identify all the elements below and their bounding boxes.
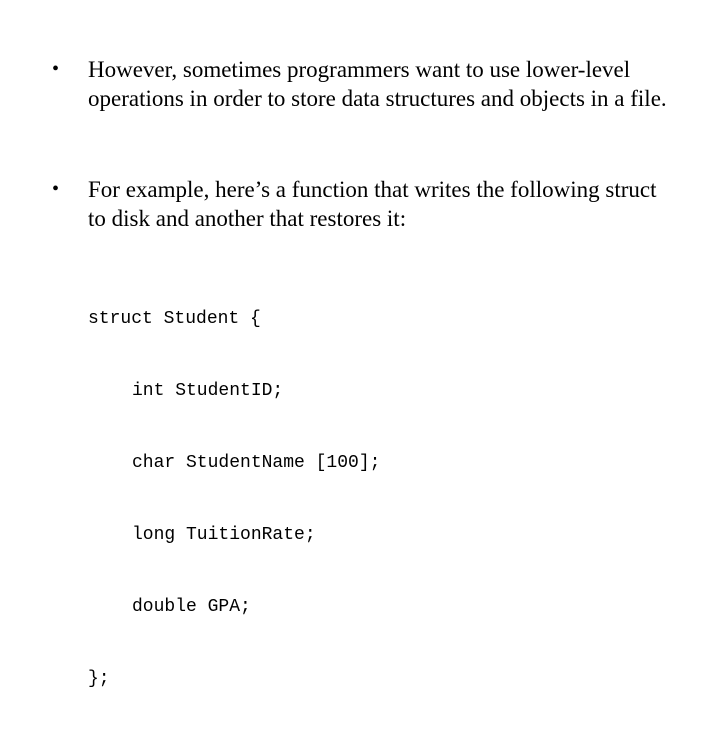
code-line: struct Student { bbox=[88, 309, 261, 329]
bullet-icon: • bbox=[52, 58, 60, 80]
bullet-item: • However, sometimes programmers want to… bbox=[52, 55, 672, 113]
code-line: long TuitionRate; bbox=[132, 525, 316, 545]
code-block: struct Student { int StudentID; char Stu… bbox=[88, 259, 380, 739]
code-line: }; bbox=[88, 669, 110, 689]
code-line: double GPA; bbox=[132, 597, 251, 617]
code-line: char StudentName [100]; bbox=[132, 453, 381, 473]
bullet-text: However, sometimes programmers want to u… bbox=[88, 57, 667, 111]
bullet-icon: • bbox=[52, 178, 60, 200]
bullet-text: For example, here’s a function that writ… bbox=[88, 177, 657, 231]
code-line: int StudentID; bbox=[132, 381, 284, 401]
bullet-item: • For example, here’s a function that wr… bbox=[52, 175, 672, 233]
slide: • However, sometimes programmers want to… bbox=[0, 0, 720, 689]
